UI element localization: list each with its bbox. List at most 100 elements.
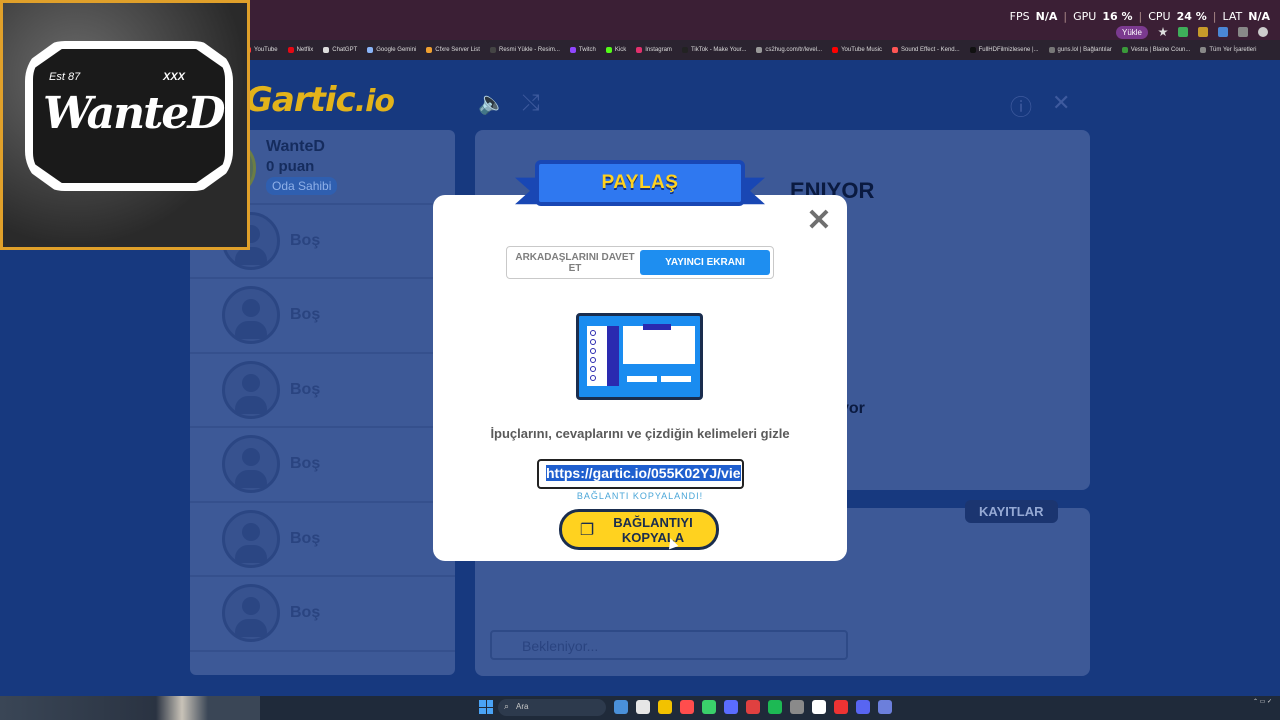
modal-title: PAYLAŞ — [601, 172, 679, 193]
player-name: WanteD — [266, 138, 325, 155]
windows-start-icon[interactable] — [479, 700, 493, 714]
info-icon[interactable]: ⓘ — [1010, 90, 1032, 122]
tab-invite-friends[interactable]: ARKADAŞLARINI DAVET ET — [510, 250, 640, 275]
search-icon: ⌕ — [504, 701, 510, 711]
bookmark-favicon-icon — [605, 47, 612, 53]
bookmark-item[interactable]: guns.lol | Bağlantılar — [1048, 47, 1112, 53]
taskbar-app-icon[interactable] — [636, 700, 650, 714]
share-icon[interactable]: ⤭ — [522, 90, 540, 116]
bookmark-favicon-icon — [1121, 47, 1128, 53]
bookmark-favicon-icon — [323, 47, 330, 53]
copied-status: BAĞLANTI KOPYALANDI! — [576, 491, 704, 501]
taskbar-search[interactable]: ⌕ Ara — [498, 699, 606, 716]
exit-icon[interactable]: ✕ — [1052, 90, 1070, 116]
taskbar-widget[interactable] — [0, 696, 260, 720]
share-url-field[interactable]: https://gartic.io/055K02YJ/vie — [537, 459, 744, 489]
player-row[interactable]: Boş — [190, 428, 455, 503]
player-name: Boş — [290, 231, 321, 249]
player-row[interactable]: Boş — [190, 577, 455, 652]
chat-placeholder: Bekleniyor... — [522, 638, 599, 654]
player-name: Boş — [290, 455, 321, 473]
bookmark-favicon-icon — [426, 47, 433, 53]
share-tabs: ARKADAŞLARINI DAVET ET YAYINCI EKRANI — [506, 246, 774, 279]
bookmark-item[interactable]: Instagram — [636, 47, 672, 53]
extension-icon[interactable] — [1178, 27, 1188, 37]
share-url: https://gartic.io/055K02YJ/vie — [546, 465, 741, 481]
system-tray[interactable]: ⌃ ▭ ✓ — [1253, 698, 1272, 707]
bookmark-favicon-icon — [287, 47, 294, 53]
bookmark-item[interactable]: YouTube Music — [832, 47, 882, 53]
profile-icon[interactable] — [1258, 27, 1268, 37]
avatar — [222, 286, 280, 345]
player-row[interactable]: Boş — [190, 503, 455, 577]
bookmark-item[interactable]: Sound Effect - Kend... — [892, 47, 960, 53]
bookmark-favicon-icon — [489, 47, 496, 53]
taskbar-app-icon[interactable] — [878, 700, 892, 714]
bookmark-item[interactable]: Tüm Yer İşaretleri — [1200, 47, 1256, 53]
bookmark-label: Cfxre Server List — [435, 47, 480, 53]
bookmark-favicon-icon — [569, 47, 576, 53]
sound-icon[interactable]: 🔈 — [478, 90, 505, 116]
bookmark-label: Kick — [614, 47, 627, 53]
taskbar-apps — [614, 700, 892, 714]
taskbar-app-icon[interactable] — [702, 700, 716, 714]
bookmark-item[interactable]: Cfxre Server List — [426, 47, 480, 53]
player-row[interactable]: Boş — [190, 279, 455, 354]
taskbar-app-icon[interactable] — [768, 700, 782, 714]
records-tab[interactable]: KAYITLAR — [965, 500, 1058, 523]
bookmark-favicon-icon — [1200, 47, 1207, 53]
copy-link-button[interactable]: ❐ BAĞLANTIYI KOPYALA — [559, 509, 719, 550]
extension-icon[interactable] — [1198, 27, 1208, 37]
player-row[interactable]: Boş — [190, 354, 455, 428]
copy-link-label: BAĞLANTIYI KOPYALA — [613, 514, 693, 545]
taskbar-app-icon[interactable] — [834, 700, 848, 714]
bookmark-label: Tüm Yer İşaretleri — [1209, 47, 1257, 53]
bookmark-favicon-icon — [681, 47, 688, 53]
bookmark-label: Vestra | Blaine Coun... — [1130, 47, 1191, 53]
bookmark-item[interactable]: Vestra | Blaine Coun... — [1121, 47, 1191, 53]
avatar — [222, 584, 280, 643]
emblem-est-mark: Est 87 — [49, 71, 81, 83]
bookmark-favicon-icon — [892, 47, 899, 53]
bookmark-item[interactable]: Google Gemini — [367, 47, 416, 53]
avatar — [222, 435, 280, 494]
bookmark-label: YouTube — [254, 47, 278, 53]
bookmark-label: FullHDFilmizlesene |... — [978, 47, 1039, 53]
taskbar-app-icon[interactable] — [790, 700, 804, 714]
taskbar-app-icon[interactable] — [746, 700, 760, 714]
bookmark-item[interactable]: Resmi Yükle - Resim... — [489, 47, 560, 53]
chat-input[interactable]: Bekleniyor... — [490, 630, 848, 660]
taskbar-app-icon[interactable] — [812, 700, 826, 714]
star-icon[interactable] — [1158, 27, 1168, 37]
illus-line — [627, 376, 657, 382]
bookmark-label: Instagram — [645, 47, 672, 53]
illus-main — [623, 326, 695, 364]
bookmark-label: TikTok - Make Your... — [690, 47, 747, 53]
bookmark-item[interactable]: Kick — [605, 47, 627, 53]
taskbar-app-icon[interactable] — [680, 700, 694, 714]
bookmark-item[interactable]: Twitch — [569, 47, 596, 53]
taskbar-app-icon[interactable] — [856, 700, 870, 714]
bookmark-item[interactable]: FullHDFilmizlesene |... — [969, 47, 1039, 53]
player-name: Boş — [290, 380, 321, 398]
bookmark-label: Google Gemini — [376, 47, 417, 53]
bookmark-favicon-icon — [832, 47, 839, 53]
close-icon[interactable]: ✕ — [805, 206, 833, 236]
illus-bar — [607, 326, 619, 386]
taskbar-app-icon[interactable] — [658, 700, 672, 714]
upload-extension-button[interactable]: Yükle — [1115, 25, 1148, 39]
tab-streamer-screen[interactable]: YAYINCI EKRANI — [640, 250, 770, 275]
extension-icon[interactable] — [1218, 27, 1228, 37]
bookmark-item[interactable]: cs2hug.com/tr/level... — [756, 47, 822, 53]
bookmark-favicon-icon — [636, 47, 643, 53]
avatar — [222, 360, 280, 419]
bookmark-item[interactable]: Netflix — [287, 47, 313, 53]
taskbar-app-icon[interactable] — [614, 700, 628, 714]
bookmark-favicon-icon — [367, 47, 374, 53]
player-name: Boş — [290, 529, 321, 547]
bookmark-item[interactable]: TikTok - Make Your... — [681, 47, 747, 53]
extension-icon[interactable] — [1238, 27, 1248, 37]
bookmark-item[interactable]: ChatGPT — [323, 47, 357, 53]
taskbar-app-icon[interactable] — [724, 700, 738, 714]
bookmark-favicon-icon — [1048, 47, 1055, 53]
